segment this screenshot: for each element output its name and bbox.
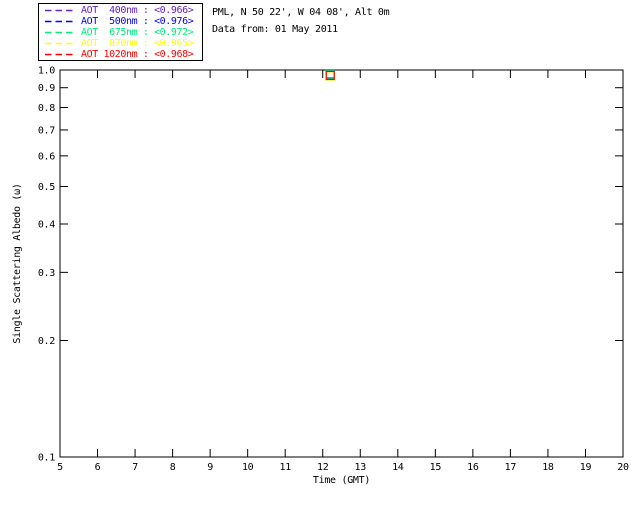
x-tick-label: 20 xyxy=(617,462,629,473)
x-tick-label: 16 xyxy=(467,462,479,473)
y-axis-title: Single Scattering Albedo (ω) xyxy=(12,183,23,343)
y-tick-label: 0.7 xyxy=(38,125,55,136)
x-tick-label: 5 xyxy=(57,462,63,473)
legend-item-870nm: AOT 870nm : <0.965> xyxy=(44,38,199,49)
legend-item-label: AOT 400nm : <0.966> xyxy=(81,5,193,16)
y-tick-label: 0.1 xyxy=(38,453,55,464)
plot-header: PML, N 50 22', W 04 08', Alt 0m Data fro… xyxy=(212,6,389,40)
x-tick-label: 12 xyxy=(317,462,329,473)
x-tick-label: 19 xyxy=(580,462,592,473)
legend-item-400nm: AOT 400nm : <0.966> xyxy=(44,5,199,16)
legend-item-500nm: AOT 500nm : <0.976> xyxy=(44,16,199,27)
legend-line-swatch xyxy=(44,8,76,13)
x-tick-label: 8 xyxy=(170,462,176,473)
plot-frame xyxy=(60,70,623,457)
x-tick-label: 9 xyxy=(207,462,213,473)
legend-line-swatch xyxy=(44,41,76,46)
x-tick-label: 13 xyxy=(355,462,367,473)
y-tick-label: 0.5 xyxy=(38,182,55,193)
legend-item-label: AOT 675nm : <0.972> xyxy=(81,27,193,38)
x-tick-label: 6 xyxy=(95,462,101,473)
legend-line-swatch xyxy=(44,30,76,35)
legend-item-label: AOT 870nm : <0.965> xyxy=(81,38,193,49)
x-tick-label: 11 xyxy=(279,462,291,473)
y-tick-label: 0.6 xyxy=(38,151,55,162)
x-tick-label: 18 xyxy=(542,462,554,473)
x-tick-label: 14 xyxy=(392,462,404,473)
legend-line-swatch xyxy=(44,19,76,24)
header-date: Data from: 01 May 2011 xyxy=(212,23,389,40)
header-location: PML, N 50 22', W 04 08', Alt 0m xyxy=(212,6,389,23)
legend-item-675nm: AOT 675nm : <0.972> xyxy=(44,27,199,38)
chart-area: 5 6 7 8 9 10 11 12 13 14 15 16 17 18 19 20 1.0 0.9 0.8 0.7 0… xyxy=(0,0,640,512)
plot-canvas: 5 6 7 8 9 10 11 12 13 14 15 16 17 18 19 20 1.0 0.9 0.8 0.7 0… xyxy=(0,0,640,512)
x-tick-label: 10 xyxy=(242,462,254,473)
x-tick-label: 7 xyxy=(132,462,138,473)
y-tick-label: 0.8 xyxy=(38,103,55,114)
legend-item-label: AOT 1020nm : <0.968> xyxy=(81,49,193,60)
legend-line-swatch xyxy=(44,52,76,57)
legend-box: AOT 400nm : <0.966> AOT 500nm : <0.976> … xyxy=(38,3,203,61)
x-axis-title: Time (GMT) xyxy=(313,475,370,486)
y-tick-label: 0.2 xyxy=(38,336,55,347)
y-tick-label: 0.4 xyxy=(38,220,55,231)
legend-item-1020nm: AOT 1020nm : <0.968> xyxy=(44,49,199,60)
y-tick-label: 1.0 xyxy=(38,66,55,77)
y-tick-label: 0.3 xyxy=(38,268,55,279)
legend-item-label: AOT 500nm : <0.976> xyxy=(81,16,193,27)
y-tick-label: 0.9 xyxy=(38,83,55,94)
x-tick-label: 15 xyxy=(430,462,442,473)
x-tick-label: 17 xyxy=(505,462,517,473)
